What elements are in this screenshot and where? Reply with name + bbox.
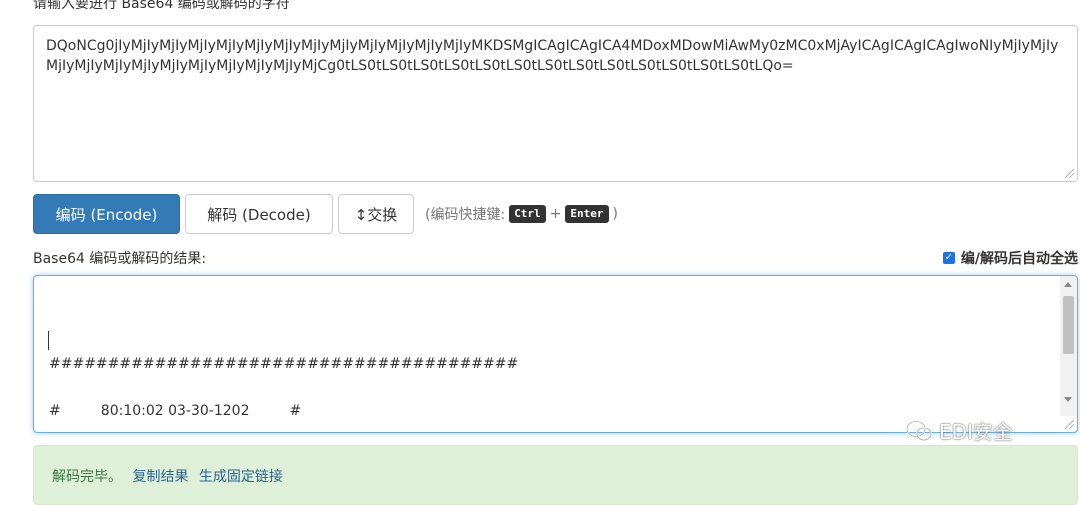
scroll-thumb[interactable]: [1063, 296, 1074, 354]
enter-key: Enter: [565, 205, 609, 223]
checkbox-icon[interactable]: ✓: [942, 252, 955, 264]
output-textarea[interactable]: ########################################…: [33, 275, 1078, 433]
auto-select-toggle[interactable]: ✓ 编/解码后自动全选: [942, 248, 1078, 268]
input-label: 请输入要进行 Base64 编码或解码的字符: [33, 0, 290, 12]
encode-button[interactable]: 编码 (Encode): [33, 194, 180, 234]
watermark-text: EDI安全: [939, 420, 1013, 444]
wechat-icon: [906, 420, 932, 441]
watermark: EDI安全: [905, 416, 1013, 445]
auto-select-label: 编/解码后自动全选: [960, 251, 1078, 267]
output-line: ########################################: [49, 356, 519, 372]
decode-success-alert: 解码完毕。 复制结果 生成固定链接: [33, 445, 1078, 505]
shortcut-hint: (编码快捷键: Ctrl + Enter ): [425, 204, 618, 224]
input-textarea[interactable]: DQoNCg0jIyMjIyMjIyMjIyMjIyMjIyMjIyMjIyMj…: [33, 25, 1078, 182]
share-link[interactable]: 生成固定链接: [199, 469, 283, 485]
alert-text: 解码完毕。: [52, 469, 122, 485]
input-text: DQoNCg0jIyMjIyMjIyMjIyMjIyMjIyMjIyMjIyMj…: [46, 38, 1059, 74]
result-label: Base64 编码或解码的结果:: [33, 251, 207, 267]
resize-grip-icon[interactable]: [1065, 420, 1074, 429]
copy-result-link[interactable]: 复制结果: [132, 469, 188, 485]
decode-button[interactable]: 解码 (Decode): [185, 194, 333, 234]
swap-button[interactable]: ↕交换: [338, 194, 414, 234]
text-caret: [48, 331, 49, 350]
scroll-down-icon[interactable]: [1064, 397, 1072, 402]
scroll-up-icon[interactable]: [1064, 282, 1072, 287]
output-line: # 80:10:02 03-30-1202 #: [49, 403, 302, 419]
plus-sign: +: [549, 206, 562, 222]
vertical-scrollbar[interactable]: [1060, 276, 1077, 416]
ctrl-key: Ctrl: [509, 205, 546, 223]
shortcut-hint-prefix: (编码快捷键:: [425, 207, 506, 223]
shortcut-hint-suffix: ): [612, 206, 619, 222]
resize-grip-icon[interactable]: [1065, 169, 1074, 178]
